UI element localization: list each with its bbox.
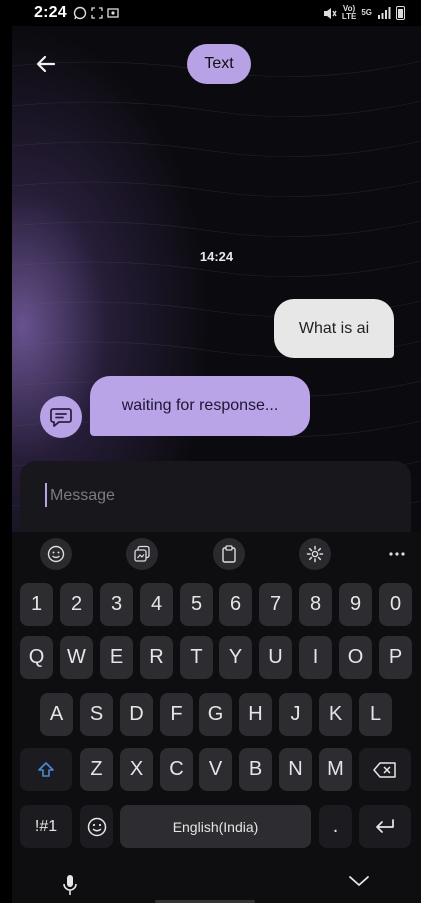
key-t[interactable]: T — [180, 636, 213, 679]
key-4[interactable]: 4 — [140, 583, 173, 626]
5g-label: 5G — [361, 8, 372, 17]
key-y[interactable]: Y — [219, 636, 252, 679]
status-time: 2:24 — [34, 4, 67, 21]
key-h[interactable]: H — [239, 693, 272, 736]
key-x[interactable]: X — [120, 748, 153, 791]
whatsapp-icon — [73, 6, 87, 20]
key-0[interactable]: 0 — [379, 583, 412, 626]
screenshot-icon — [91, 7, 103, 19]
text-cursor — [45, 483, 47, 507]
bot-message-text: waiting for response... — [121, 397, 279, 414]
more-dots-icon — [389, 552, 405, 556]
space-key[interactable]: English(India) — [120, 805, 311, 848]
emoji-icon — [87, 817, 106, 836]
key-l[interactable]: L — [359, 693, 392, 736]
clipboard-toolbar-button[interactable] — [212, 538, 245, 570]
chat-area: Text 14:24 What is ai waiting for respon… — [12, 26, 421, 532]
emoji-toolbar-button[interactable] — [40, 538, 72, 570]
shift-key[interactable] — [20, 748, 72, 791]
screen-record-icon — [107, 8, 119, 18]
key-7[interactable]: 7 — [259, 583, 292, 626]
chat-bubble-icon — [50, 408, 72, 427]
key-o[interactable]: O — [339, 636, 372, 679]
key-n[interactable]: N — [279, 748, 312, 791]
key-f[interactable]: F — [160, 693, 193, 736]
lte-label: LTE — [341, 12, 357, 21]
settings-toolbar-button[interactable] — [298, 538, 331, 570]
keyboard: 1 2 3 4 5 6 7 8 9 0 Q W E R T Y U I O P … — [12, 532, 421, 903]
microphone-icon[interactable] — [62, 874, 78, 896]
bot-avatar — [40, 396, 82, 438]
mode-toggle-button[interactable]: Text — [187, 44, 251, 84]
bot-message-bubble: waiting for response... — [90, 376, 310, 436]
status-bar: 2:24 Vo) LTE 5G — [0, 0, 421, 26]
key-p[interactable]: P — [379, 636, 412, 679]
ai-writing-toolbar-button[interactable] — [126, 538, 159, 570]
key-c[interactable]: C — [160, 748, 193, 791]
sticker-icon — [134, 545, 150, 562]
key-v[interactable]: V — [199, 748, 232, 791]
chevron-down-icon[interactable] — [348, 874, 370, 888]
backspace-key[interactable] — [359, 748, 411, 791]
status-notification-icons — [73, 6, 119, 20]
symbols-key[interactable]: !#1 — [20, 805, 72, 848]
message-composer — [20, 461, 411, 536]
enter-key[interactable] — [359, 805, 411, 848]
volte-indicator: Vo) LTE — [342, 5, 357, 21]
mute-icon — [323, 7, 337, 19]
key-b[interactable]: B — [239, 748, 272, 791]
keyboard-toolbar — [12, 532, 421, 576]
mode-label: Text — [204, 55, 234, 72]
key-r[interactable]: R — [140, 636, 173, 679]
background-wave-pattern — [12, 60, 421, 517]
key-e[interactable]: E — [100, 636, 133, 679]
5g-indicator: 5G — [361, 9, 372, 17]
emoji-key[interactable] — [80, 805, 113, 848]
key-a[interactable]: A — [40, 693, 73, 736]
enter-icon — [376, 818, 394, 833]
backspace-icon — [373, 761, 396, 778]
key-3[interactable]: 3 — [100, 583, 133, 626]
key-8[interactable]: 8 — [299, 583, 332, 626]
message-input[interactable] — [50, 481, 380, 511]
key-1[interactable]: 1 — [20, 583, 53, 626]
key-g[interactable]: G — [199, 693, 232, 736]
key-5[interactable]: 5 — [180, 583, 213, 626]
key-m[interactable]: M — [319, 748, 352, 791]
status-system-icons: Vo) LTE 5G — [323, 5, 405, 21]
chat-timestamp: 14:24 — [199, 249, 234, 264]
signal-icon — [378, 7, 391, 19]
key-j[interactable]: J — [279, 693, 312, 736]
back-arrow-icon[interactable] — [34, 52, 58, 76]
clipboard-icon — [221, 545, 236, 563]
key-9[interactable]: 9 — [339, 583, 372, 626]
key-i[interactable]: I — [299, 636, 332, 679]
key-2[interactable]: 2 — [60, 583, 93, 626]
emoji-icon — [47, 545, 65, 563]
more-options-button[interactable] — [385, 542, 409, 566]
user-message-bubble: What is ai — [274, 299, 394, 358]
keyboard-nav-bar — [12, 868, 421, 903]
period-key[interactable]: . — [319, 805, 352, 848]
shift-arrow-icon — [38, 761, 54, 777]
gear-icon — [306, 545, 323, 563]
key-u[interactable]: U — [259, 636, 292, 679]
key-k[interactable]: K — [319, 693, 352, 736]
battery-icon — [396, 6, 405, 20]
key-q[interactable]: Q — [20, 636, 53, 679]
key-s[interactable]: S — [80, 693, 113, 736]
key-w[interactable]: W — [60, 636, 93, 679]
key-z[interactable]: Z — [80, 748, 113, 791]
user-message-text: What is ai — [298, 319, 370, 337]
key-6[interactable]: 6 — [219, 583, 252, 626]
key-d[interactable]: D — [120, 693, 153, 736]
